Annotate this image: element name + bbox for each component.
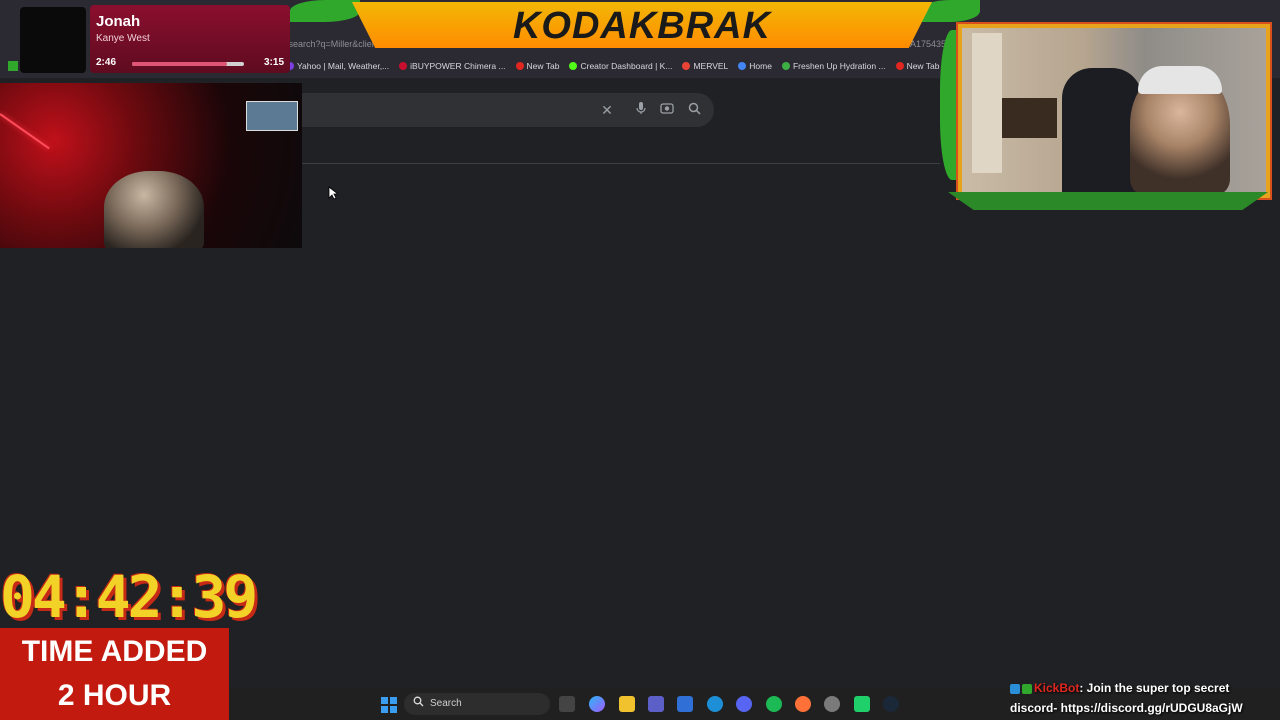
- taskbar-search-label: Search: [430, 698, 462, 709]
- bookmark-label: New Tab: [526, 61, 560, 71]
- bookmark-favicon-icon: [738, 62, 747, 70]
- file-explorer-icon[interactable]: [619, 696, 635, 712]
- bookmark-item[interactable]: Home: [738, 61, 772, 71]
- task-view-icon[interactable]: [559, 696, 575, 712]
- bookmark-label: New Tab: [906, 61, 940, 71]
- bookmark-label: Yahoo | Mail, Weather,...: [297, 61, 390, 71]
- album-art: [20, 7, 86, 73]
- bookmark-item[interactable]: Yahoo | Mail, Weather,...: [286, 61, 389, 71]
- song-artist: Kanye West: [96, 33, 150, 44]
- leaf-decoration: [290, 0, 360, 22]
- firefox-icon[interactable]: [795, 696, 811, 712]
- leaf-decoration: [948, 192, 1268, 210]
- bookmark-favicon-icon: [515, 62, 524, 70]
- time-added-amount: 2 HOUR: [57, 679, 172, 712]
- teams-icon[interactable]: [648, 696, 664, 712]
- time-added-panel: TIME ADDED 2 HOUR: [0, 628, 229, 720]
- chat-text-continued: discord- https://discord.gg/rUDGU8aGjW: [1010, 701, 1243, 715]
- room-door: [972, 33, 1002, 173]
- bookmark-favicon-icon: [895, 62, 904, 70]
- camera-icon[interactable]: [658, 101, 676, 119]
- app-icon[interactable]: [854, 696, 870, 712]
- song-current-time: 2:46: [96, 57, 117, 68]
- webcam-left: [0, 83, 302, 248]
- bookmark-item[interactable]: iBUYPOWER Chimera ...: [399, 61, 506, 71]
- verified-badge-icon: [1022, 683, 1032, 694]
- mouse-cursor-icon: [328, 186, 338, 200]
- streamer-left: [104, 171, 204, 248]
- subathon-timer: 04:42:39: [0, 563, 258, 631]
- spotify-icon[interactable]: [766, 696, 782, 712]
- search-icon: [413, 696, 424, 710]
- kick-logo-icon: [8, 61, 18, 71]
- chat-username: KickBot: [1034, 681, 1080, 695]
- bookmark-label: Freshen Up Hydration ...: [792, 61, 886, 71]
- song-title: Jonah: [96, 13, 141, 30]
- thumbnail-image: [246, 101, 298, 131]
- bookmark-favicon-icon: [682, 62, 691, 70]
- discord-icon[interactable]: [736, 696, 752, 712]
- channel-banner-title: KODAKBRAK: [512, 5, 772, 47]
- windows-start-icon[interactable]: [381, 697, 397, 713]
- bookmark-favicon-icon: [569, 62, 578, 70]
- bookmark-item[interactable]: New Tab: [895, 61, 940, 71]
- microphone-icon[interactable]: [632, 101, 650, 119]
- taskbar-search[interactable]: Search: [404, 693, 550, 715]
- close-icon[interactable]: ✕: [598, 101, 616, 119]
- search-icon[interactable]: [685, 101, 703, 119]
- bookmark-item[interactable]: Freshen Up Hydration ...: [781, 61, 886, 71]
- copilot-icon[interactable]: [589, 696, 605, 712]
- chat-text: : Join the super top secret: [1079, 681, 1230, 695]
- obs-icon[interactable]: [824, 696, 840, 712]
- results-divider: [300, 163, 940, 164]
- store-icon[interactable]: [677, 696, 693, 712]
- bookmark-item[interactable]: New Tab: [515, 61, 560, 71]
- bookmark-label: Home: [749, 61, 772, 71]
- edge-icon[interactable]: [707, 696, 723, 712]
- bookmark-favicon-icon: [781, 62, 790, 70]
- bookmark-label: iBUYPOWER Chimera ...: [410, 61, 506, 71]
- song-progress-fill: [132, 62, 228, 66]
- bookmark-item[interactable]: MERVEL: [682, 61, 728, 71]
- bookmarks-bar: Yahoo | Mail, Weather,... iBUYPOWER Chime…: [286, 57, 956, 75]
- webcam-right: [962, 28, 1266, 194]
- steam-icon[interactable]: [883, 696, 899, 712]
- neon-light: [0, 113, 50, 150]
- now-playing-widget: Jonah Kanye West 2:46 3:15: [14, 5, 290, 73]
- bot-badge-icon: [1010, 683, 1020, 694]
- bookmark-item[interactable]: Creator Dashboard | K...: [569, 61, 672, 71]
- chat-message: KickBot: Join the super top secret disco…: [1010, 681, 1272, 719]
- bookmark-label: Creator Dashboard | K...: [580, 61, 673, 71]
- song-progress-bar: [132, 62, 244, 66]
- time-added-label: TIME ADDED: [21, 635, 208, 668]
- now-playing-panel: Jonah Kanye West 2:46 3:15: [90, 5, 290, 73]
- bookmark-label: MERVEL: [693, 61, 729, 71]
- search-input[interactable]: ✕: [300, 93, 714, 127]
- song-total-time: 3:15: [263, 57, 284, 68]
- bookmark-favicon-icon: [399, 62, 408, 70]
- room-desk: [1002, 98, 1057, 138]
- streamer-cap: [1138, 66, 1222, 94]
